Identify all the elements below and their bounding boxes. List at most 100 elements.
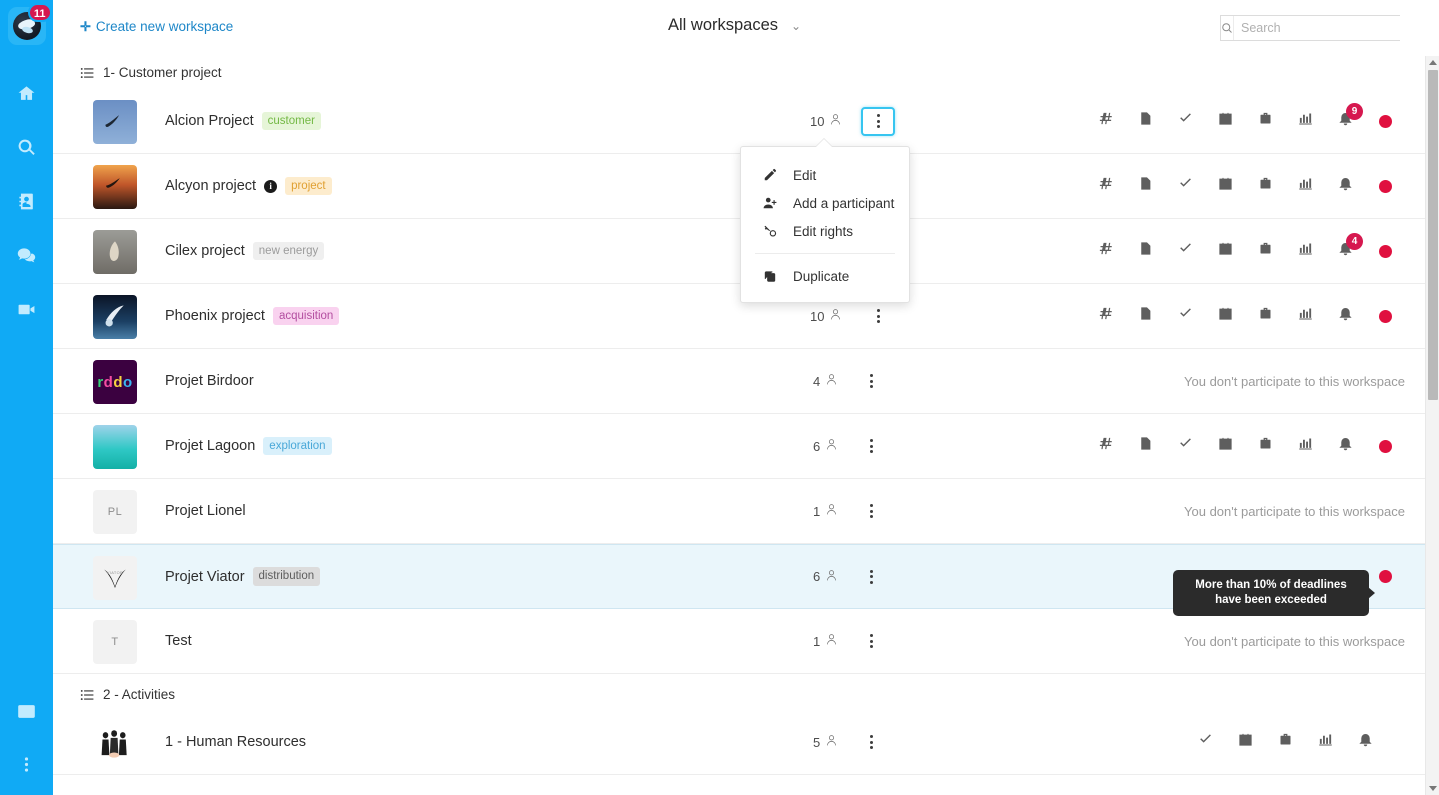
action-hash[interactable] [1085, 166, 1125, 206]
workspace-name-cell: Alcyon project i project [165, 177, 332, 195]
scrollbar-thumb[interactable] [1428, 70, 1438, 400]
action-hash[interactable] [1085, 296, 1125, 336]
scroll-up-arrow-icon[interactable] [1429, 60, 1437, 65]
action-status[interactable] [1365, 231, 1405, 271]
action-hash[interactable] [1085, 231, 1125, 271]
action-calendar[interactable] [1205, 426, 1245, 466]
table-row[interactable]: Projet Lagoon exploration 6 [53, 414, 1439, 479]
action-briefcase[interactable] [1245, 231, 1285, 271]
action-briefcase[interactable] [1245, 166, 1285, 206]
no-participate-message: You don't participate to this workspace [1184, 504, 1405, 519]
table-row[interactable]: 1 - Human Resources 5 [53, 710, 1439, 775]
action-briefcase[interactable] [1245, 426, 1285, 466]
menu-item-add-participant[interactable]: Add a participant [741, 189, 909, 217]
action-status[interactable] [1365, 296, 1405, 336]
action-calendar[interactable] [1205, 166, 1245, 206]
action-document[interactable] [1125, 231, 1165, 271]
action-chart[interactable] [1285, 166, 1325, 206]
menu-item-edit-rights[interactable]: Edit rights [741, 217, 909, 245]
action-status[interactable] [1365, 426, 1405, 466]
bell-icon [1338, 306, 1353, 326]
scroll-down-arrow-icon[interactable] [1429, 786, 1437, 791]
action-briefcase[interactable] [1265, 722, 1305, 762]
action-chart[interactable] [1285, 426, 1325, 466]
row-more-button[interactable] [856, 628, 886, 654]
rail-item-mail[interactable] [0, 687, 53, 741]
action-check[interactable] [1165, 231, 1205, 271]
rail-item-contacts[interactable] [0, 177, 53, 231]
search-input[interactable] [1234, 16, 1409, 40]
action-status[interactable] [1365, 101, 1405, 141]
action-briefcase[interactable] [1245, 296, 1285, 336]
rail-item-video[interactable] [0, 285, 53, 339]
action-bell[interactable]: 4 [1325, 231, 1365, 271]
action-check[interactable] [1165, 166, 1205, 206]
action-bell[interactable] [1325, 426, 1365, 466]
action-calendar[interactable] [1205, 101, 1245, 141]
action-chart[interactable] [1285, 296, 1325, 336]
action-check[interactable] [1165, 426, 1205, 466]
action-document[interactable] [1125, 296, 1165, 336]
more-vertical-icon [877, 114, 880, 128]
action-document[interactable] [1125, 426, 1165, 466]
menu-item-duplicate[interactable]: Duplicate [741, 262, 909, 290]
create-new-workspace-button[interactable]: ✛Create new workspace [80, 19, 233, 35]
no-participate-message: You don't participate to this workspace [1184, 374, 1405, 389]
action-check[interactable] [1165, 296, 1205, 336]
rail-item-home[interactable] [0, 69, 53, 123]
row-more-button[interactable] [856, 729, 886, 755]
row-more-button[interactable] [863, 303, 893, 329]
member-count-value: 10 [810, 309, 824, 324]
workspace-name-cell: Projet Lionel [165, 503, 246, 519]
workspace-selector[interactable]: All workspaces ⌄ [668, 16, 801, 35]
table-row[interactable]: rddo Projet Birdoor 4 You don't particip… [53, 349, 1439, 414]
action-briefcase[interactable] [1245, 101, 1285, 141]
row-more-button[interactable] [856, 433, 886, 459]
check-icon [1178, 436, 1193, 456]
action-bell[interactable] [1325, 166, 1365, 206]
rail-item-search[interactable] [0, 123, 53, 177]
row-more-button[interactable] [856, 368, 886, 394]
action-hash[interactable] [1085, 426, 1125, 466]
action-bell[interactable] [1325, 296, 1365, 336]
rail-item-more[interactable] [0, 747, 53, 787]
action-hash[interactable] [1085, 101, 1125, 141]
table-row[interactable]: Alcion Project customer 10 9 [53, 89, 1439, 154]
action-check[interactable] [1185, 722, 1225, 762]
action-status[interactable] [1365, 166, 1405, 206]
action-bell[interactable] [1345, 722, 1385, 762]
action-chart[interactable] [1305, 722, 1345, 762]
section-title: 2 - Activities [103, 687, 175, 702]
action-chart[interactable] [1285, 101, 1325, 141]
rail-item-chat[interactable] [0, 231, 53, 285]
row-more-button[interactable] [856, 564, 886, 590]
action-document[interactable] [1125, 101, 1165, 141]
menu-item-edit[interactable]: Edit [741, 161, 909, 189]
action-bell[interactable]: 9 [1325, 101, 1365, 141]
menu-item-label: Edit rights [793, 224, 853, 239]
action-calendar[interactable] [1225, 722, 1265, 762]
contacts-icon [17, 192, 36, 216]
row-more-button[interactable] [856, 498, 886, 524]
action-chart[interactable] [1285, 231, 1325, 271]
info-icon[interactable]: i [264, 180, 277, 193]
row-more-button[interactable] [861, 107, 895, 136]
more-vertical-icon [870, 570, 873, 584]
avatar: VIATOR [93, 556, 137, 600]
action-calendar[interactable] [1205, 296, 1245, 336]
user-icon [825, 438, 838, 454]
section-header-customer-project: 1- Customer project [53, 56, 1439, 89]
workspace-tag: acquisition [273, 307, 339, 325]
workspace-name: 1 - Human Resources [165, 734, 306, 750]
chart-icon [1298, 306, 1313, 326]
app-logo[interactable]: 11 [8, 7, 46, 45]
action-document[interactable] [1125, 166, 1165, 206]
vertical-scrollbar[interactable] [1425, 56, 1439, 795]
document-icon [1138, 306, 1153, 326]
action-check[interactable] [1165, 101, 1205, 141]
table-row[interactable]: T Test 1 You don't participate to this w… [53, 609, 1439, 674]
action-calendar[interactable] [1205, 231, 1245, 271]
table-row[interactable]: PL Projet Lionel 1 You don't participate… [53, 479, 1439, 544]
avatar [93, 295, 137, 339]
search-box[interactable] [1220, 15, 1400, 41]
